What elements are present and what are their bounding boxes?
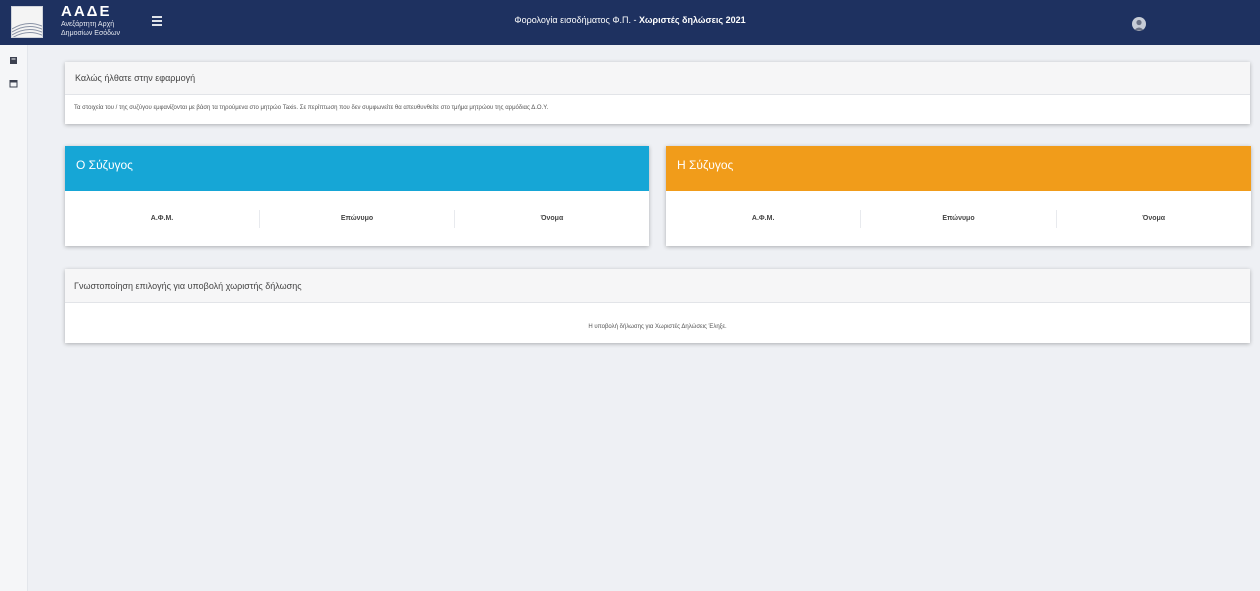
- wife-card: Η Σύζυγος Α.Φ.Μ. Επώνυμο Όνομα: [666, 146, 1251, 246]
- welcome-title: Καλώς ήλθατε στην εφαρμογή: [65, 62, 1250, 95]
- husband-col-name: Όνομα: [540, 214, 564, 222]
- husband-columns: Α.Φ.Μ. Επώνυμο Όνομα: [65, 191, 649, 246]
- notice-text: Η υποβολή δήλωσης για Χωριστές Δηλώσεις …: [588, 324, 727, 330]
- wife-columns: Α.Φ.Μ. Επώνυμο Όνομα: [666, 191, 1251, 246]
- wife-col-name: Όνομα: [1142, 214, 1166, 222]
- husband-title: Ο Σύζυγος: [65, 146, 649, 191]
- wife-title: Η Σύζυγος: [666, 146, 1251, 191]
- book-icon[interactable]: [9, 52, 18, 64]
- sidebar: [0, 45, 28, 591]
- notice-title: Γνωστοποίηση επιλογής για υποβολή χωριστ…: [65, 269, 1250, 303]
- calendar-icon[interactable]: [9, 75, 18, 88]
- husband-col-afm: Α.Φ.Μ.: [65, 209, 260, 228]
- husband-card: Ο Σύζυγος Α.Φ.Μ. Επώνυμο Όνομα: [65, 146, 649, 246]
- logo-subtitle-line2: Δημοσίων Εσόδων: [61, 30, 121, 37]
- user-avatar-icon[interactable]: [1132, 17, 1146, 31]
- husband-col-surname: Επώνυμο: [260, 209, 455, 228]
- welcome-text: Τα στοιχεία του / της συζύγου εμφανίζοντ…: [74, 105, 549, 111]
- wife-col-surname: Επώνυμο: [861, 209, 1057, 228]
- welcome-card: Καλώς ήλθατε στην εφαρμογή Τα στοιχεία τ…: [65, 62, 1250, 124]
- wife-col-afm: Α.Φ.Μ.: [666, 209, 862, 228]
- page-title: Φορολογία εισοδήματος Φ.Π. - Χωριστές δη…: [0, 15, 1260, 25]
- notice-card: Γνωστοποίηση επιλογής για υποβολή χωριστ…: [65, 269, 1250, 343]
- top-header: ΑΑΔΕ Ανεξάρτητη Αρχή Δημοσίων Εσόδων Φορ…: [0, 0, 1260, 45]
- page-title-bold: Χωριστές δηλώσεις 2021: [639, 15, 746, 25]
- page-title-prefix: Φορολογία εισοδήματος Φ.Π. -: [514, 15, 640, 25]
